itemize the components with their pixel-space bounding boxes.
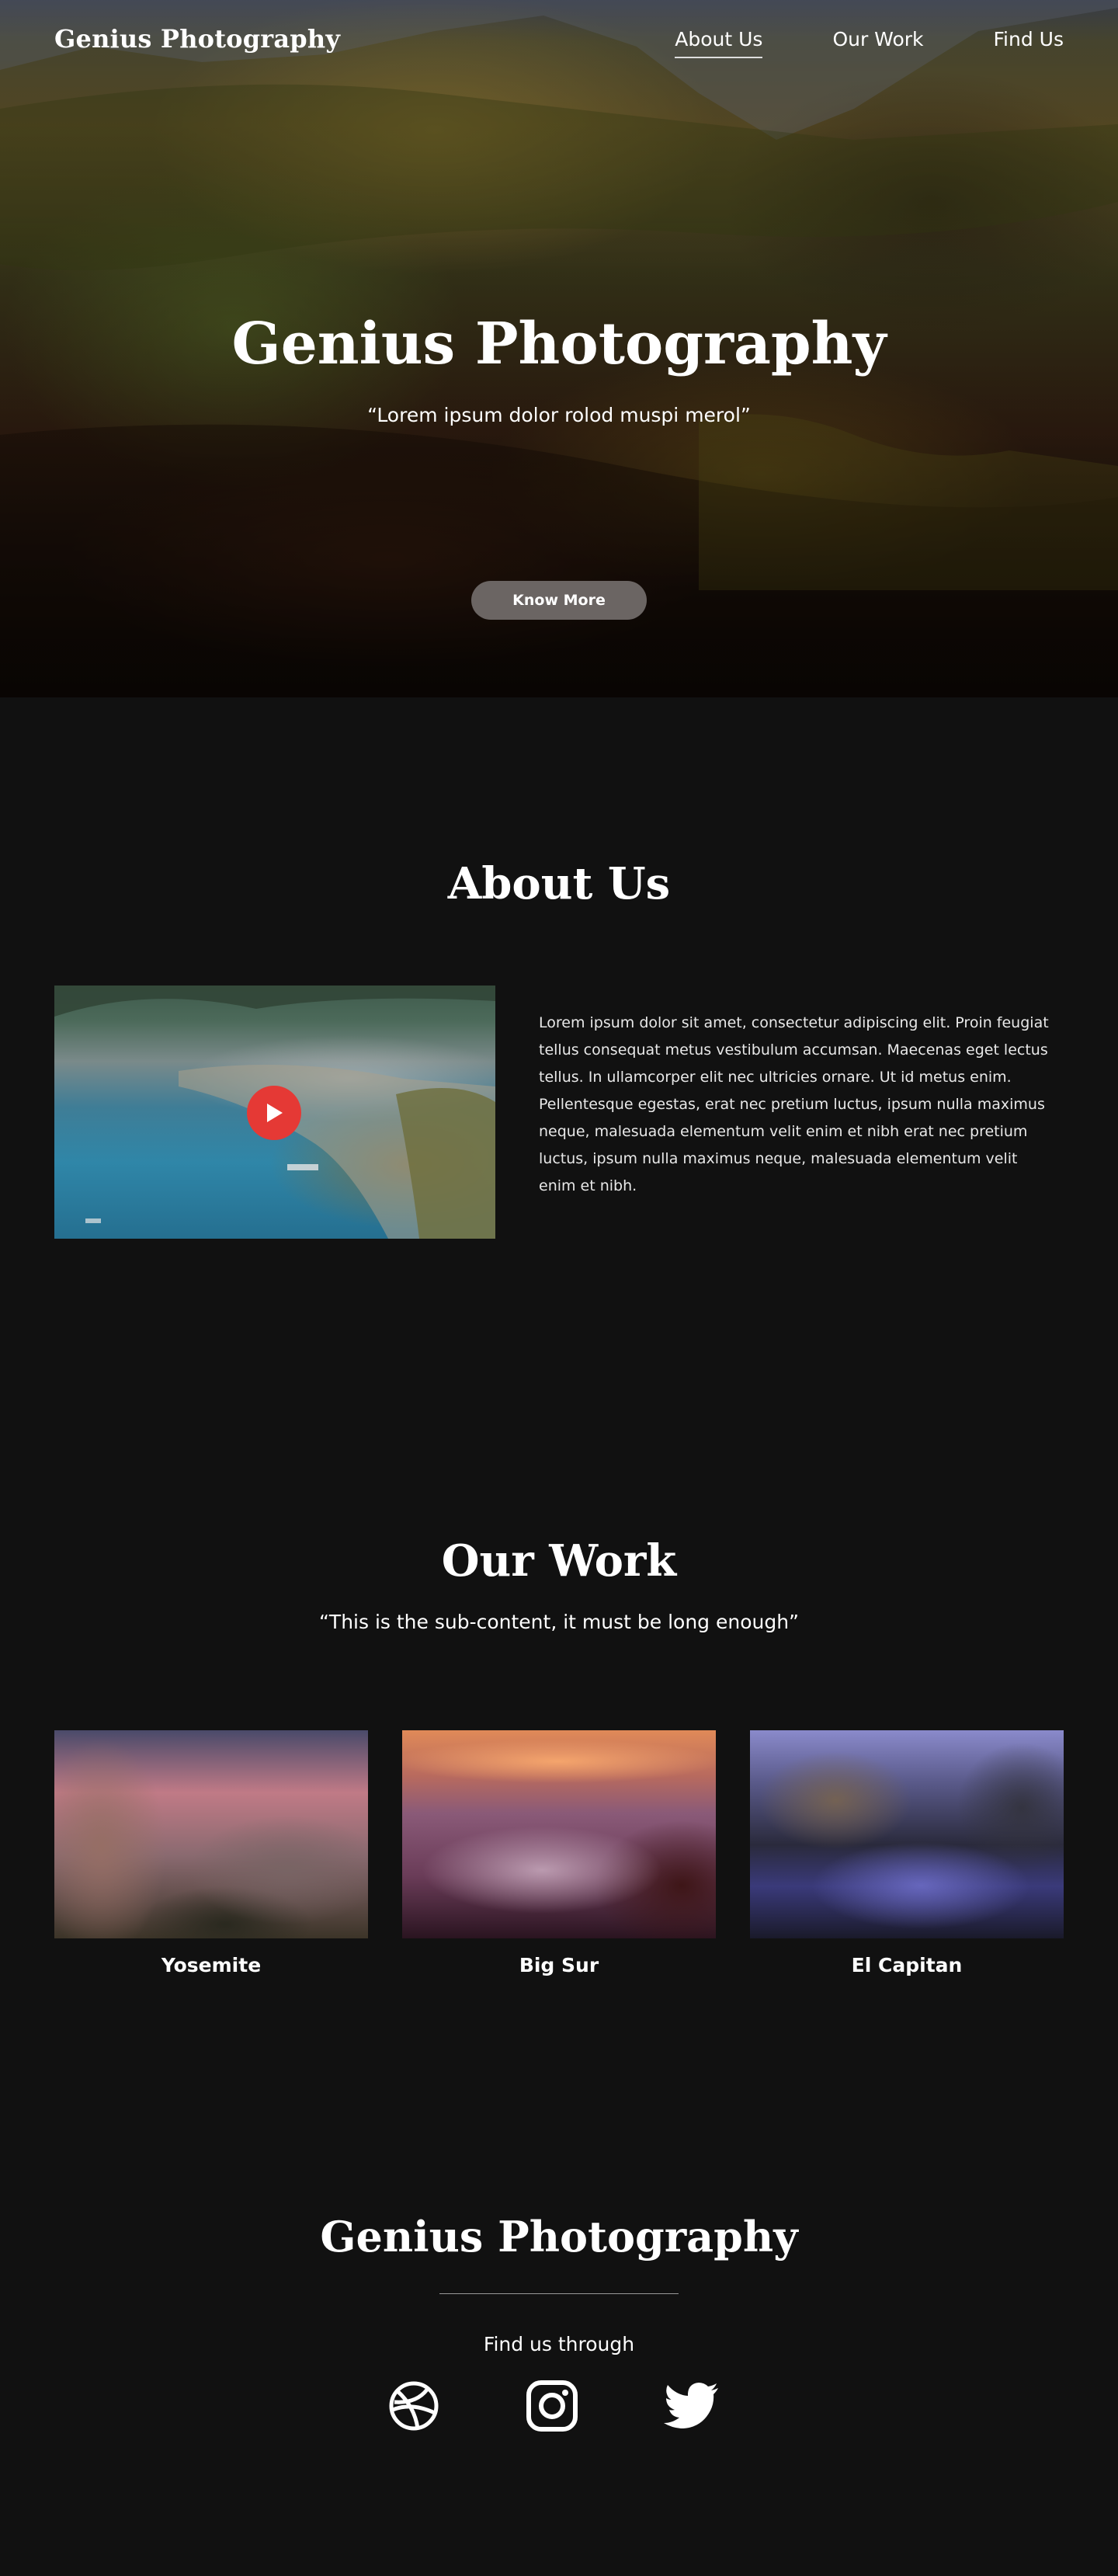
work-card-label: Yosemite bbox=[161, 1954, 262, 1976]
instagram-link[interactable] bbox=[524, 2378, 580, 2434]
footer-brand: Genius Photography bbox=[320, 2212, 798, 2261]
our-work-subtitle: “This is the sub-content, it must be lon… bbox=[318, 1611, 800, 1633]
know-more-button[interactable]: Know More bbox=[471, 581, 647, 620]
play-button[interactable] bbox=[247, 1086, 301, 1140]
nav-links: About Us Our Work Find Us bbox=[605, 28, 1064, 58]
about-title: About Us bbox=[447, 858, 671, 909]
dribbble-link[interactable] bbox=[386, 2378, 442, 2434]
big-sur-image[interactable] bbox=[402, 1730, 716, 1938]
hero-quote: “Lorem ipsum dolor rolod muspi merol” bbox=[367, 404, 751, 426]
nav-link-about-us[interactable]: About Us bbox=[675, 28, 763, 58]
work-card-label: Big Sur bbox=[519, 1954, 599, 1976]
find-us-text: Find us through bbox=[483, 2333, 635, 2355]
yosemite-image[interactable] bbox=[54, 1730, 368, 1938]
twitter-link[interactable] bbox=[664, 2378, 720, 2434]
nav-link-our-work[interactable]: Our Work bbox=[832, 28, 923, 50]
work-card-el-capitan[interactable]: El Capitan bbox=[750, 1730, 1064, 1976]
top-nav: Genius Photography About Us Our Work Fin… bbox=[54, 23, 1064, 58]
work-card-big-sur[interactable]: Big Sur bbox=[402, 1730, 716, 1976]
brand-logo[interactable]: Genius Photography bbox=[54, 24, 340, 54]
about-paragraph: Lorem ipsum dolor sit amet, consectetur … bbox=[539, 1014, 1049, 1194]
play-icon bbox=[267, 1104, 283, 1122]
el-capitan-image[interactable] bbox=[750, 1730, 1064, 1938]
hero-title: Genius Photography bbox=[231, 311, 887, 377]
dribbble-icon bbox=[389, 2381, 439, 2431]
our-work-title: Our Work bbox=[441, 1535, 677, 1587]
hero-section: Genius Photography About Us Our Work Fin… bbox=[0, 0, 1118, 697]
work-card-label: El Capitan bbox=[851, 1954, 963, 1976]
twitter-icon bbox=[664, 2383, 718, 2428]
nav-link-find-us[interactable]: Find Us bbox=[994, 28, 1064, 50]
instagram-icon bbox=[526, 2380, 578, 2432]
work-card-yosemite[interactable]: Yosemite bbox=[54, 1730, 368, 1976]
footer-divider bbox=[439, 2293, 679, 2294]
